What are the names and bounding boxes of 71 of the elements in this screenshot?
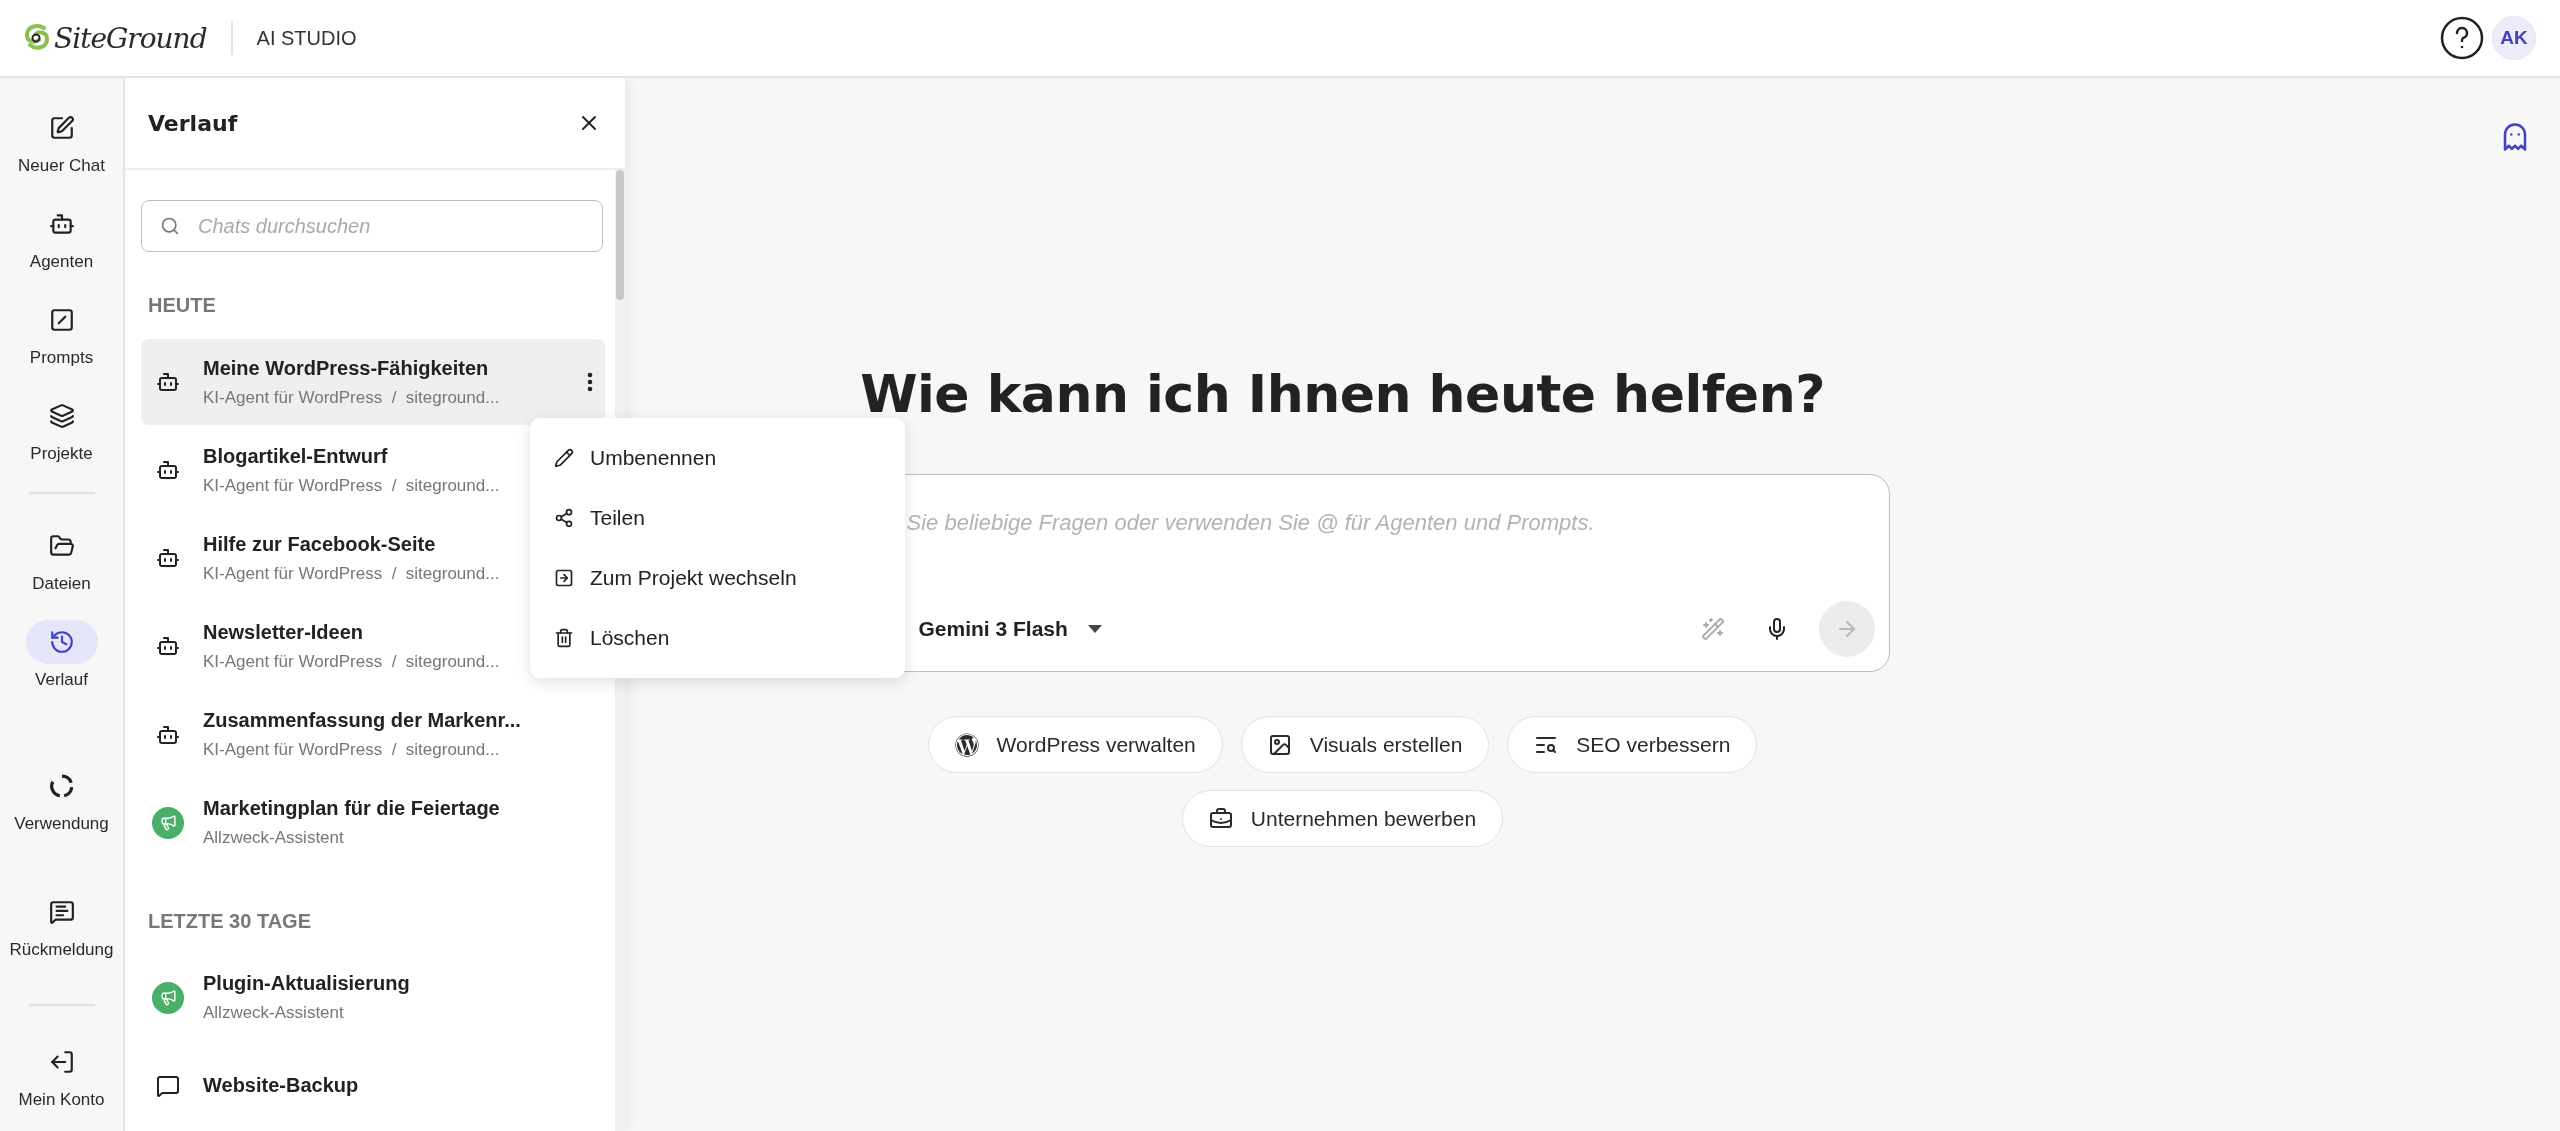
pen-square-icon [48, 115, 75, 141]
kebab-icon [587, 372, 593, 393]
briefcase-icon [1208, 806, 1233, 831]
slash-square-icon [48, 307, 75, 333]
chat-subtitle: KI-Agent für WordPress / siteground... [203, 475, 500, 496]
product-name: AI STUDIO [256, 26, 357, 50]
panel-title: Verlauf [148, 110, 238, 136]
chat-item[interactable]: Zusammenfassung der Markenr... KI-Agent für WordPress / siteground... [141, 691, 605, 778]
trash-icon [554, 628, 574, 648]
rail-item[interactable]: Verlauf [6, 620, 117, 690]
rail-item[interactable]: Mein Konto [6, 1040, 117, 1110]
chat-title: Plugin-Aktualisierung [203, 972, 410, 996]
chat-subtitle: KI-Agent für WordPress / siteground... [203, 387, 500, 408]
chat-title: Marketingplan für die Feiertage [203, 797, 500, 821]
image-icon [1267, 732, 1292, 757]
pencil-icon [554, 448, 574, 468]
rail-item[interactable]: Prompts [6, 298, 117, 368]
wand-icon [1700, 617, 1725, 641]
caret-icon [1087, 625, 1102, 633]
chat-title: Zusammenfassung der Markenr... [203, 709, 521, 733]
megaphone-icon [152, 806, 184, 839]
user-avatar[interactable]: AK [2492, 16, 2536, 60]
headline: Wie kann ich Ihnen heute helfen? [860, 364, 1825, 424]
rail-item[interactable]: Projekte [6, 394, 117, 464]
suggestion-chip[interactable]: SEO verbessern [1507, 716, 1758, 773]
rail-item[interactable]: Verwendung [6, 764, 117, 834]
search-field[interactable]: Chats durchsuchen [141, 200, 603, 252]
ring-icon [48, 773, 75, 799]
chat-bubble-icon [156, 1073, 180, 1098]
rail-item[interactable]: Neuer Chat [6, 106, 117, 176]
model-select[interactable]: Gemini 3 Flash [918, 617, 1102, 641]
chat-item[interactable]: Website-Backup [141, 1042, 605, 1129]
rail-item[interactable]: Dateien [6, 524, 117, 594]
help-button[interactable] [2440, 16, 2484, 60]
chat-title: Newsletter-Ideen [203, 620, 364, 644]
search-icon [160, 216, 180, 236]
chat-subtitle: Allzweck-Assistent [203, 1003, 344, 1024]
group-heading: LETZTE 30 TAGE [147, 908, 312, 934]
scrollbar-thumb[interactable] [616, 170, 624, 300]
chat-subtitle: KI-Agent für WordPress / siteground... [203, 563, 500, 584]
search-input[interactable]: Chats durchsuchen [196, 213, 584, 239]
share-icon [554, 508, 574, 528]
logo: SiteGround [24, 21, 207, 55]
rail-item[interactable]: Rückmeldung [6, 890, 117, 960]
megaphone-icon [152, 981, 184, 1014]
chat-title: Meine WordPress-Fähigkeiten [203, 356, 489, 380]
suggestion-chip[interactable]: Unternehmen bewerben [1181, 790, 1504, 847]
arrow-square-icon [554, 568, 574, 588]
folder-icon [48, 533, 75, 559]
layers-icon [48, 403, 75, 429]
chat-title: Website-Backup [203, 1074, 359, 1098]
chat-item[interactable]: Meine WordPress-Fähigkeiten KI-Agent für WordPress / siteground... [141, 339, 605, 426]
chat-item[interactable]: Plugin-Aktualisierung Allzweck-Assistent [141, 954, 605, 1041]
chat-title: Blogartikel-Entwurf [203, 444, 388, 468]
chat-subtitle: KI-Agent für WordPress / siteground... [203, 651, 500, 672]
group-heading: HEUTE [147, 293, 217, 318]
menu-item[interactable]: Zum Projekt wechseln [530, 548, 905, 608]
history-icon [48, 629, 75, 655]
chat-title: Hilfe zur Facebook-Seite [203, 532, 436, 556]
logout-icon [48, 1049, 75, 1075]
menu-item[interactable]: Löschen [530, 608, 905, 668]
suggestion-chip[interactable]: Visuals erstellen [1240, 716, 1490, 773]
message-icon [48, 899, 75, 925]
wordpress-icon [954, 732, 979, 757]
chat-subtitle: Allzweck-Assistent [203, 828, 344, 849]
robot-icon [48, 211, 75, 237]
rail-item[interactable]: Agenten [6, 202, 117, 272]
chat-subtitle: KI-Agent für WordPress / siteground... [203, 740, 500, 761]
suggestion-chip[interactable]: WordPress verwalten [927, 716, 1223, 773]
menu-item[interactable]: Umbenennen [530, 428, 905, 488]
chat-item[interactable]: Marketingplan für die Feiertage Allzweck-Assistent [141, 779, 605, 866]
